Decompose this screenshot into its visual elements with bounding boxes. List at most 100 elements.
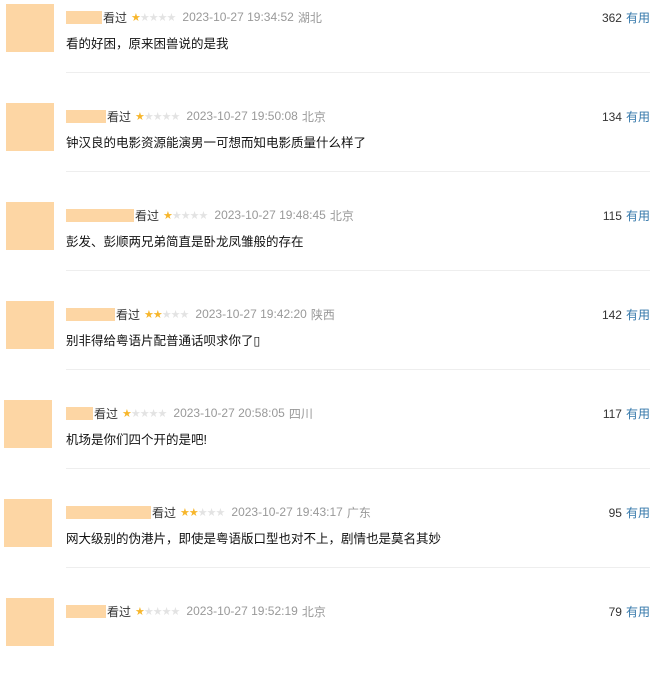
star-filled-icon: ★	[163, 208, 173, 222]
comment-item: 看过 ★★★★★ 2023-10-27 19:34:52 湖北 362 有用 看的好困，原来…	[0, 2, 672, 101]
comment-meta: 看过 ★★★★★ 2023-10-27 19:50:08 北京	[66, 108, 326, 124]
comment-time: 2023-10-27 19:48:45	[214, 208, 326, 222]
comment-meta: 看过 ★★★★★ 2023-10-27 20:58:05 四川	[66, 405, 313, 421]
useful-button[interactable]: 有用	[626, 308, 650, 322]
username-link[interactable]	[66, 604, 106, 618]
rating-stars: ★★★★★	[163, 208, 209, 222]
comment-text: 机场是你们四个开的是吧!	[66, 433, 207, 447]
star-filled-icon: ★	[122, 406, 132, 420]
vote-area: 95 有用	[609, 504, 650, 521]
comment-meta: 看过 ★★★★★ 2023-10-27 19:48:45 北京	[66, 207, 354, 223]
star-filled-icon: ★	[135, 109, 145, 123]
star-empty-icon: ★	[170, 109, 181, 123]
rating-stars: ★★★★★	[122, 406, 167, 420]
comment-time: 2023-10-27 19:34:52	[182, 10, 294, 24]
watch-status: 看过	[152, 505, 177, 520]
comment-list: 看过 ★★★★★ 2023-10-27 19:34:52 湖北 362 有用 看的好困，原来…	[0, 0, 672, 646]
comment-time: 2023-10-27 20:58:05	[173, 406, 285, 420]
vote-count: 117	[602, 407, 622, 421]
username-link[interactable]	[66, 406, 93, 420]
avatar[interactable]	[6, 202, 54, 250]
vote-count: 79	[608, 605, 622, 619]
comment-meta: 看过 ★★★★★ 2023-10-27 19:42:20 陕西	[66, 306, 335, 322]
divider	[66, 369, 650, 370]
watch-status: 看过	[116, 307, 141, 322]
star-empty-icon: ★	[161, 307, 172, 321]
star-empty-icon: ★	[139, 10, 150, 24]
comment-location: 陕西	[310, 307, 335, 322]
avatar[interactable]	[4, 499, 52, 547]
comment-location: 湖北	[297, 10, 322, 25]
comment-text: 钟汉良的电影资源能演男一可想而知电影质量什么样了	[66, 136, 367, 150]
comment-location: 四川	[288, 406, 313, 421]
username-link[interactable]	[66, 109, 106, 123]
star-empty-icon: ★	[215, 505, 226, 519]
star-empty-icon: ★	[197, 505, 208, 519]
username-link[interactable]	[66, 208, 134, 222]
comment-location: 广东	[346, 505, 371, 520]
star-empty-icon: ★	[179, 307, 190, 321]
comment-item: 看过 ★★★★★ 2023-10-27 19:42:20 陕西 142 有用别非得给粤语片…	[0, 299, 672, 398]
username-link[interactable]	[66, 10, 102, 24]
rating-stars: ★★★★★	[135, 109, 181, 123]
divider	[66, 270, 650, 271]
comment-time: 2023-10-27 19:52:19	[186, 604, 298, 618]
star-empty-icon: ★	[130, 406, 141, 420]
vote-count: 115	[602, 209, 622, 223]
useful-button[interactable]: 有用	[626, 407, 650, 421]
rating-stars: ★★★★★	[135, 604, 181, 618]
avatar[interactable]	[6, 4, 54, 52]
watch-status: 看过	[94, 406, 119, 421]
comment-text: 别非得给粤语片配普通话呗求你了▯	[66, 334, 261, 348]
useful-button[interactable]: 有用	[626, 209, 650, 223]
avatar[interactable]	[4, 400, 52, 448]
rating-stars: ★★★★★	[131, 10, 176, 24]
rating-stars: ★★★★★	[144, 307, 190, 321]
avatar[interactable]	[6, 103, 54, 151]
useful-button[interactable]: 有用	[626, 11, 650, 25]
comment-location: 北京	[301, 604, 326, 619]
useful-button[interactable]: 有用	[626, 506, 650, 520]
username-link[interactable]	[66, 307, 115, 321]
star-empty-icon: ★	[189, 208, 200, 222]
comment-time: 2023-10-27 19:50:08	[186, 109, 298, 123]
star-filled-icon: ★	[180, 505, 190, 519]
comment-text: 彭发、彭顺两兄弟简直是卧龙凤雏般的存在	[66, 235, 304, 249]
comment-text: 看的好困，原来困兽说的是我	[66, 37, 229, 51]
comment-item: 看过 ★★★★★ 2023-10-27 19:48:45 北京 115 有用 彭发、彭顺两兄…	[0, 200, 672, 299]
star-empty-icon: ★	[148, 406, 159, 420]
avatar[interactable]	[6, 598, 54, 646]
star-filled-icon: ★	[152, 307, 163, 321]
star-empty-icon: ★	[170, 604, 181, 618]
comment-time: 2023-10-27 19:42:20	[195, 307, 307, 321]
vote-area: 134 有用	[602, 108, 650, 125]
vote-count: 134	[601, 110, 622, 124]
watch-status: 看过	[107, 604, 132, 619]
avatar[interactable]	[6, 301, 54, 349]
watch-status: 看过	[135, 208, 160, 223]
star-empty-icon: ★	[152, 109, 163, 123]
vote-area: 117 有用	[603, 405, 650, 422]
comment-location: 北京	[301, 109, 326, 124]
star-empty-icon: ★	[206, 505, 217, 519]
star-empty-icon: ★	[143, 109, 154, 123]
star-empty-icon: ★	[180, 208, 191, 222]
comment-item: 看过 ★★★★★ 2023-10-27 19:50:08 北京 134 有用钟汉良的电影资…	[0, 101, 672, 200]
star-filled-icon: ★	[131, 10, 141, 24]
star-empty-icon: ★	[170, 307, 181, 321]
vote-count: 362	[601, 11, 622, 25]
divider	[66, 468, 650, 469]
watch-status: 看过	[107, 109, 132, 124]
comment-item: 看过 ★★★★★ 2023-10-27 19:52:19 北京 79 有用	[0, 596, 672, 695]
vote-area: 362 有用	[602, 9, 650, 26]
star-empty-icon: ★	[139, 406, 150, 420]
username-link[interactable]	[66, 505, 151, 519]
vote-count: 142	[601, 308, 622, 322]
star-empty-icon: ★	[198, 208, 209, 222]
star-empty-icon: ★	[157, 10, 168, 24]
vote-area: 142 有用	[602, 306, 650, 323]
useful-button[interactable]: 有用	[626, 110, 650, 124]
rating-stars: ★★★★★	[180, 505, 226, 519]
divider	[66, 567, 650, 568]
useful-button[interactable]: 有用	[626, 605, 650, 619]
